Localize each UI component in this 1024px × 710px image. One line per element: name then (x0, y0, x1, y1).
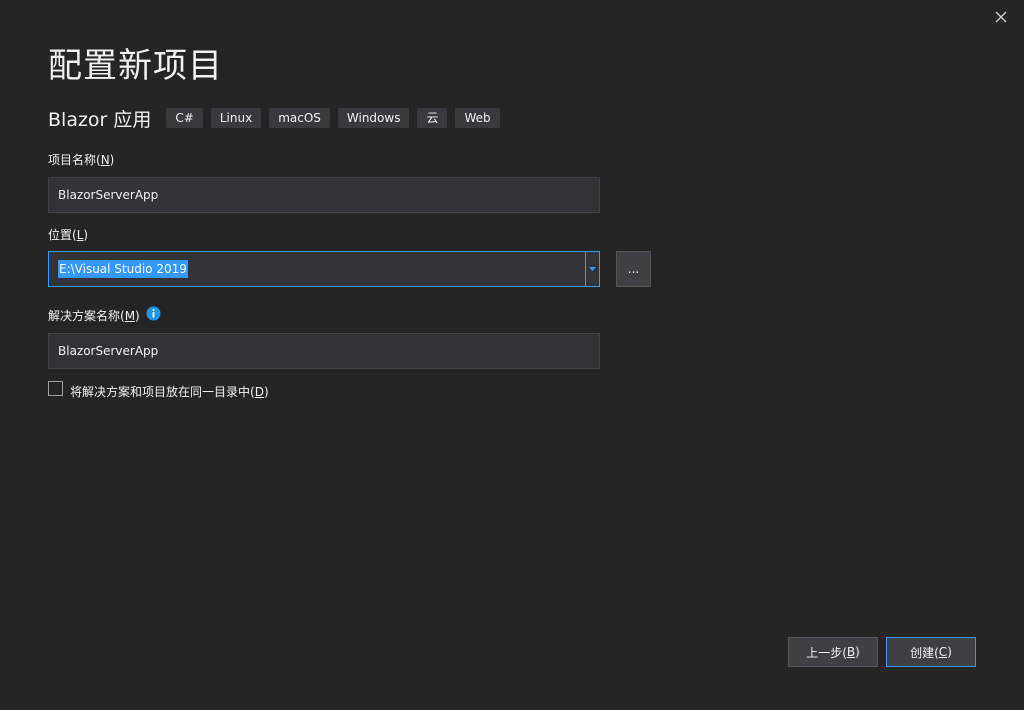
chevron-down-icon (589, 267, 596, 271)
tag-platform-windows: Windows (337, 108, 410, 128)
info-icon[interactable] (146, 306, 161, 321)
solution-name-input[interactable] (48, 333, 600, 369)
tag-language: C# (166, 108, 203, 128)
back-button[interactable]: 上一步(B) (788, 637, 878, 667)
tag-project-type-web: Web (455, 108, 500, 128)
location-input[interactable]: E:\Visual Studio 2019 (49, 260, 585, 278)
close-button[interactable] (992, 8, 1010, 26)
solution-name-label: 解决方案名称(M) (48, 309, 140, 323)
close-icon (995, 11, 1007, 23)
same-directory-checkbox[interactable] (48, 381, 63, 396)
location-dropdown-button[interactable] (585, 252, 599, 286)
location-label: 位置(L) (48, 228, 89, 242)
location-value: E:\Visual Studio 2019 (58, 260, 188, 278)
tag-platform-linux: Linux (210, 108, 262, 128)
browse-button[interactable]: ... (616, 251, 651, 287)
project-name-label: 项目名称(N) (48, 153, 115, 167)
template-name: Blazor 应用 (48, 108, 152, 131)
location-combobox[interactable]: E:\Visual Studio 2019 (48, 251, 600, 287)
page-title: 配置新项目 (48, 46, 223, 86)
tag-platform-cloud: 云 (417, 108, 448, 128)
template-info: Blazor 应用 C# Linux macOS Windows 云 Web (48, 106, 508, 131)
create-button[interactable]: 创建(C) (886, 637, 976, 667)
project-name-input[interactable] (48, 177, 600, 213)
same-directory-label[interactable]: 将解决方案和项目放在同一目录中(D) (70, 383, 269, 400)
tag-platform-macos: macOS (269, 108, 330, 128)
